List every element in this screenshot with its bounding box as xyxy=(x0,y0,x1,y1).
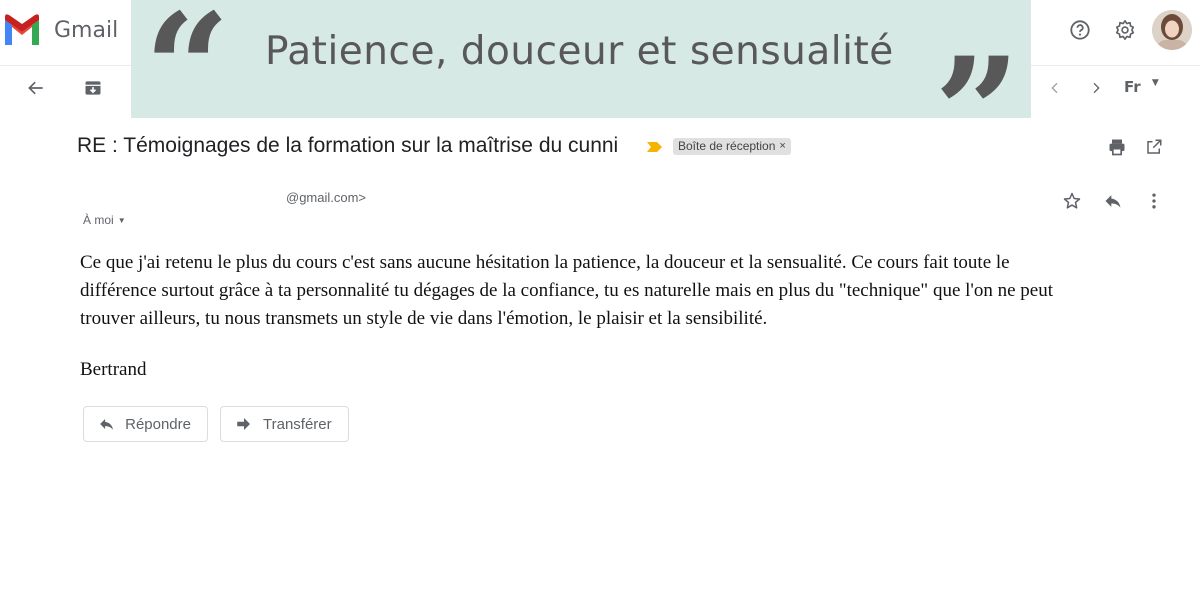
reply-button-label: Répondre xyxy=(125,415,191,433)
avatar[interactable] xyxy=(1152,10,1192,50)
forward-icon xyxy=(237,418,250,430)
label-chip-text: Boîte de réception xyxy=(678,139,776,153)
reply-button[interactable]: Répondre xyxy=(83,406,208,442)
chevron-left-icon[interactable] xyxy=(1039,72,1071,104)
caret-down-icon: ▼ xyxy=(117,215,126,225)
close-quote-mark: ” xyxy=(934,25,1021,201)
open-in-new-icon[interactable] xyxy=(1138,131,1170,163)
forward-button-label: Transférer xyxy=(263,415,332,433)
email-signature: Bertrand xyxy=(80,359,147,380)
chevron-right-icon[interactable] xyxy=(1080,72,1112,104)
language-button[interactable]: Fr ▼ xyxy=(1124,78,1159,96)
email-body: Ce que j'ai retenu le plus du cours c'es… xyxy=(80,252,1053,329)
sender-email[interactable]: @gmail.com> xyxy=(286,190,366,205)
remove-label-icon[interactable]: × xyxy=(779,138,785,155)
forward-button[interactable]: Transférer xyxy=(220,406,349,442)
star-icon[interactable] xyxy=(1056,185,1088,217)
gmail-logo-icon[interactable] xyxy=(2,12,42,46)
email-subject: RE : Témoignages de la formation sur la … xyxy=(77,134,619,157)
back-icon[interactable] xyxy=(20,72,52,104)
important-icon[interactable] xyxy=(646,140,664,159)
print-icon[interactable] xyxy=(1101,131,1133,163)
reply-icon xyxy=(100,419,113,430)
recipient-dropdown[interactable]: À moi ▼ xyxy=(83,213,126,227)
banner-title: Patience, douceur et sensualité xyxy=(265,29,894,74)
archive-icon[interactable] xyxy=(77,72,109,104)
recipient-label: À moi xyxy=(83,213,114,227)
gear-icon[interactable] xyxy=(1109,14,1141,46)
language-label: Fr xyxy=(1124,78,1141,96)
open-quote-mark: “ xyxy=(144,0,231,157)
caret-down-icon: ▼ xyxy=(1151,78,1159,88)
help-icon[interactable] xyxy=(1064,14,1096,46)
reply-icon[interactable] xyxy=(1097,185,1129,217)
gmail-wordmark[interactable]: Gmail xyxy=(54,18,118,43)
label-chip[interactable]: Boîte de réception × xyxy=(673,138,791,155)
more-vert-icon[interactable] xyxy=(1138,185,1170,217)
